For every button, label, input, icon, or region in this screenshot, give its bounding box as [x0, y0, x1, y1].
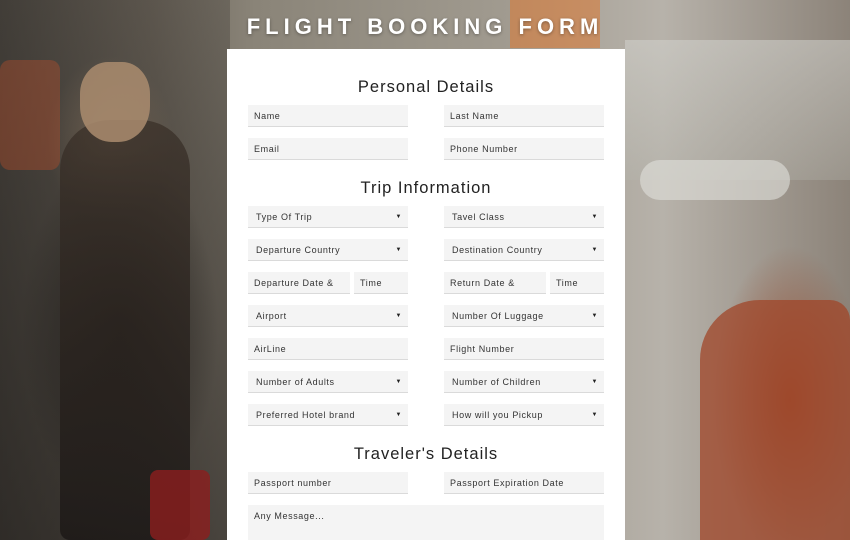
bg-sign	[0, 60, 60, 170]
pickup-label: How will you Pickup	[452, 410, 543, 420]
return-datetime-group: Return Date & Time	[444, 272, 604, 294]
departure-country-select[interactable]: Departure Country ▼	[248, 239, 408, 261]
caret-down-icon: ▼	[591, 379, 598, 385]
airport-label: Airport	[256, 311, 287, 321]
flight-number-input[interactable]: Flight Number	[444, 338, 604, 360]
bg-airplane	[640, 160, 790, 200]
travel-class-select[interactable]: Tavel Class ▼	[444, 206, 604, 228]
luggage-select[interactable]: Number Of Luggage ▼	[444, 305, 604, 327]
bg-suitcase	[150, 470, 210, 540]
section-title-trip: Trip Information	[360, 179, 492, 197]
message-textarea[interactable]: Any Message...	[248, 505, 604, 540]
booking-form: Personal Details Name Last Name Email Ph…	[227, 49, 625, 540]
travel-class-label: Tavel Class	[452, 212, 505, 222]
luggage-label: Number Of Luggage	[452, 311, 544, 321]
bg-traveler-head	[80, 62, 150, 142]
email-input[interactable]: Email	[248, 138, 408, 160]
caret-down-icon: ▼	[591, 214, 598, 220]
trip-type-label: Type Of Trip	[256, 212, 313, 222]
bg-window	[625, 40, 850, 180]
departure-time-input[interactable]: Time	[354, 272, 408, 294]
hotel-brand-label: Preferred Hotel brand	[256, 410, 356, 420]
adults-label: Number of Adults	[256, 377, 335, 387]
caret-down-icon: ▼	[395, 379, 402, 385]
hotel-brand-select[interactable]: Preferred Hotel brand ▼	[248, 404, 408, 426]
section-title-traveler: Traveler's Details	[353, 445, 499, 463]
departure-country-label: Departure Country	[256, 245, 341, 255]
caret-down-icon: ▼	[591, 412, 598, 418]
airline-input[interactable]: AirLine	[248, 338, 408, 360]
name-input[interactable]: Name	[248, 105, 408, 127]
page-title: FLIGHT BOOKING FORM	[246, 14, 604, 39]
caret-down-icon: ▼	[395, 247, 402, 253]
departure-date-input[interactable]: Departure Date &	[248, 272, 350, 294]
passport-number-input[interactable]: Passport number	[248, 472, 408, 494]
airport-select[interactable]: Airport ▼	[248, 305, 408, 327]
adults-select[interactable]: Number of Adults ▼	[248, 371, 408, 393]
caret-down-icon: ▼	[395, 412, 402, 418]
caret-down-icon: ▼	[395, 214, 402, 220]
return-date-input[interactable]: Return Date &	[444, 272, 546, 294]
bg-backpack	[700, 300, 850, 540]
pickup-select[interactable]: How will you Pickup ▼	[444, 404, 604, 426]
children-label: Number of Children	[452, 377, 541, 387]
departure-datetime-group: Departure Date & Time	[248, 272, 408, 294]
trip-type-select[interactable]: Type Of Trip ▼	[248, 206, 408, 228]
caret-down-icon: ▼	[395, 313, 402, 319]
passport-expiry-input[interactable]: Passport Expiration Date	[444, 472, 604, 494]
destination-country-label: Destination Country	[452, 245, 543, 255]
return-time-input[interactable]: Time	[550, 272, 604, 294]
destination-country-select[interactable]: Destination Country ▼	[444, 239, 604, 261]
phone-input[interactable]: Phone Number	[444, 138, 604, 160]
section-title-personal: Personal Details	[357, 78, 495, 96]
caret-down-icon: ▼	[591, 247, 598, 253]
caret-down-icon: ▼	[591, 313, 598, 319]
last-name-input[interactable]: Last Name	[444, 105, 604, 127]
children-select[interactable]: Number of Children ▼	[444, 371, 604, 393]
